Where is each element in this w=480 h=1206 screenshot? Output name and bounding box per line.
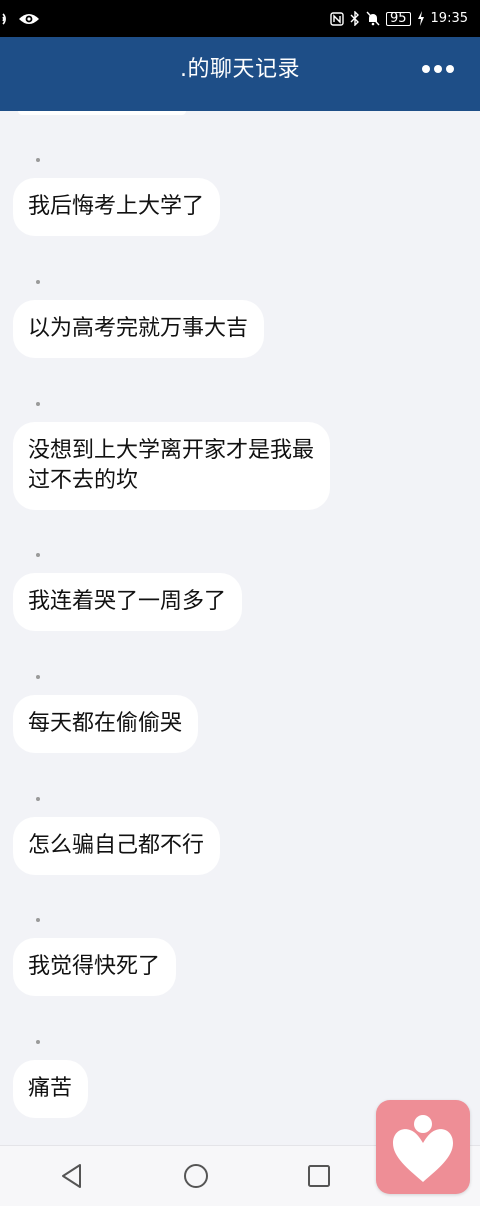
message-bubble-partial bbox=[18, 111, 186, 115]
chat-header: .的聊天记录 bbox=[0, 37, 480, 111]
sender-marker bbox=[36, 158, 40, 162]
message-bubble: 我觉得快死了 bbox=[13, 938, 177, 996]
message-bubble: 我连着哭了一周多了 bbox=[13, 573, 243, 631]
status-bar: 95 19:35 bbox=[0, 0, 480, 37]
status-right: 95 19:35 bbox=[330, 11, 468, 26]
message-bubble: 我后悔考上大学了 bbox=[13, 178, 221, 236]
sender-marker bbox=[36, 1040, 40, 1044]
mute-bell-icon bbox=[366, 11, 380, 26]
nav-home-icon[interactable] bbox=[180, 1160, 212, 1192]
message-bubble: 怎么骗自己都不行 bbox=[13, 817, 221, 875]
eye-icon bbox=[19, 13, 39, 24]
page-title: .的聊天记录 bbox=[180, 57, 300, 82]
message-bubble: 没想到上大学离开家才是我最 过不去的坎 bbox=[13, 422, 331, 510]
bluetooth-icon bbox=[350, 11, 359, 26]
sender-marker bbox=[36, 797, 40, 801]
message-bubble: 以为高考完就万事大吉 bbox=[13, 300, 265, 358]
sender-marker bbox=[36, 402, 40, 406]
heart-person-icon bbox=[393, 1115, 453, 1182]
more-dots-icon[interactable] bbox=[422, 65, 454, 73]
message-bubble: 每天都在偷偷哭 bbox=[13, 695, 199, 753]
nav-recent-icon[interactable] bbox=[303, 1160, 335, 1192]
sender-marker bbox=[36, 280, 40, 284]
status-left bbox=[2, 11, 40, 27]
sender-marker bbox=[36, 553, 40, 557]
floating-app-button[interactable] bbox=[376, 1100, 470, 1194]
nfc-icon bbox=[330, 11, 344, 26]
hotspot-icon bbox=[2, 12, 6, 25]
status-time: 19:35 bbox=[430, 11, 468, 26]
message-bubble: 痛苦 bbox=[13, 1060, 89, 1118]
battery-level: 95 bbox=[385, 11, 411, 26]
sender-marker bbox=[36, 675, 40, 679]
nav-back-icon[interactable] bbox=[56, 1160, 88, 1192]
charging-icon bbox=[417, 11, 424, 26]
chat-history[interactable]: 我后悔考上大学了 以为高考完就万事大吉 没想到上大学离开家才是我最 过不去的坎 … bbox=[0, 111, 480, 1145]
sender-marker bbox=[36, 918, 40, 922]
